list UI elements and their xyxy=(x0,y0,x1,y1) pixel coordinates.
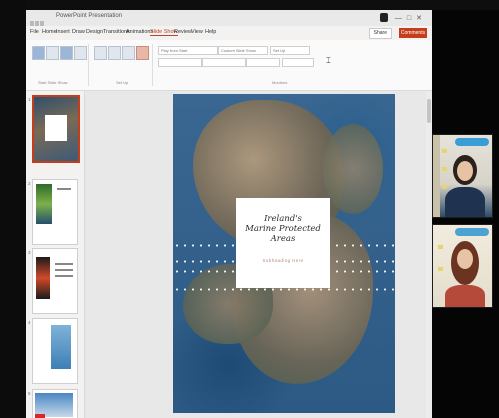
outer-frame-left xyxy=(0,0,26,418)
slide-thumbnail-2[interactable] xyxy=(32,179,78,245)
share-button[interactable]: Share xyxy=(368,28,392,39)
thumbnail-number: 4 xyxy=(28,320,31,325)
from-beginning-icon[interactable] xyxy=(32,46,45,60)
group-label: Start Slide Show xyxy=(38,80,68,85)
mouse-cursor-icon: ⌶ xyxy=(326,56,331,65)
tab-design[interactable]: Design xyxy=(86,29,103,35)
play-from-start-field[interactable]: Play from Start xyxy=(158,46,218,55)
thumbnail-number: 1 xyxy=(28,97,31,102)
from-current-slide-icon[interactable] xyxy=(46,46,59,60)
name-badge xyxy=(455,138,489,146)
participant-body xyxy=(445,285,485,307)
slide-thumbnail-1[interactable] xyxy=(32,95,80,163)
user-avatar[interactable] xyxy=(380,13,388,22)
ribbon-option[interactable] xyxy=(158,58,202,67)
tab-view[interactable]: View xyxy=(191,29,203,35)
participant-video-1[interactable] xyxy=(432,134,493,218)
tab-home[interactable]: Home xyxy=(42,29,57,35)
scrollbar-thumb[interactable] xyxy=(427,99,431,123)
quick-access-toolbar[interactable] xyxy=(30,14,50,27)
slide-thumbnail-4[interactable] xyxy=(32,318,78,384)
current-slide[interactable]: Ireland's Marine Protected Areas Subhead… xyxy=(173,94,395,413)
sticky-note xyxy=(438,245,443,249)
tab-insert[interactable]: Insert xyxy=(56,29,70,35)
thumbnail-number: 3 xyxy=(28,250,31,255)
participant-face xyxy=(457,249,473,269)
participant-video-panel xyxy=(432,10,499,418)
slide-thumbnail-5[interactable] xyxy=(32,389,78,418)
sticky-note xyxy=(438,267,443,271)
thumbnail-number: 2 xyxy=(28,181,31,186)
title-bar: PowerPoint Presentation —□✕ xyxy=(26,10,432,27)
comments-button[interactable]: Comments xyxy=(399,28,427,38)
participant-video-2[interactable] xyxy=(432,224,493,308)
setup-show-icon[interactable] xyxy=(94,46,107,60)
ribbon-divider xyxy=(88,44,89,86)
setup-field[interactable]: Set Up xyxy=(270,46,310,55)
participant-face xyxy=(457,161,473,181)
window-title: PowerPoint Presentation xyxy=(56,13,123,19)
custom-show-icon[interactable] xyxy=(74,46,87,60)
record-icon[interactable] xyxy=(136,46,149,60)
powerpoint-window: PowerPoint Presentation —□✕ File Home In… xyxy=(26,10,432,418)
sticky-note xyxy=(442,167,447,171)
group-label: Set Up xyxy=(116,80,129,85)
background-shelf xyxy=(433,135,440,217)
rehearse-timings-icon[interactable] xyxy=(122,46,135,60)
tab-help[interactable]: Help xyxy=(205,29,216,35)
group-label: Monitors xyxy=(272,80,288,85)
slide-editing-canvas[interactable]: Ireland's Marine Protected Areas Subhead… xyxy=(85,91,426,418)
ribbon-option[interactable] xyxy=(202,58,246,67)
slide-subtitle: Subheading Here xyxy=(262,258,304,263)
ribbon-divider xyxy=(152,44,153,86)
hide-slide-icon[interactable] xyxy=(108,46,121,60)
window-controls[interactable]: —□✕ xyxy=(395,14,427,22)
slide-title-box[interactable]: Ireland's Marine Protected Areas Subhead… xyxy=(236,198,330,288)
ribbon-option[interactable] xyxy=(246,58,280,67)
dotted-boundary-line xyxy=(173,288,395,291)
satellite-landmass xyxy=(323,124,383,214)
ribbon-tabs: File Home Insert Draw Design Transitions… xyxy=(26,26,432,40)
sticky-note xyxy=(442,149,447,153)
custom-show-field[interactable]: Custom Slide Show xyxy=(218,46,268,55)
slide-title-line-2: Marine Protected Areas xyxy=(245,224,321,244)
ribbon: Play from Start Custom Slide Show Set Up… xyxy=(26,40,432,91)
thumbnail-number: 5 xyxy=(28,391,31,396)
name-badge xyxy=(455,228,489,236)
slide-thumbnail-pane: 1 2 3 4 5 xyxy=(26,91,84,418)
record-indicator-icon xyxy=(35,414,45,418)
participant-body xyxy=(445,187,485,217)
slide-title-line-1: Ireland's xyxy=(264,214,302,224)
slide-thumbnail-3[interactable] xyxy=(32,248,78,314)
sticky-note xyxy=(442,185,447,189)
ribbon-option[interactable] xyxy=(282,58,314,67)
tab-file[interactable]: File xyxy=(30,29,39,35)
tab-draw[interactable]: Draw xyxy=(72,29,85,35)
present-online-icon[interactable] xyxy=(60,46,73,60)
outer-frame-top xyxy=(0,0,499,10)
tab-review[interactable]: Review xyxy=(174,29,192,35)
